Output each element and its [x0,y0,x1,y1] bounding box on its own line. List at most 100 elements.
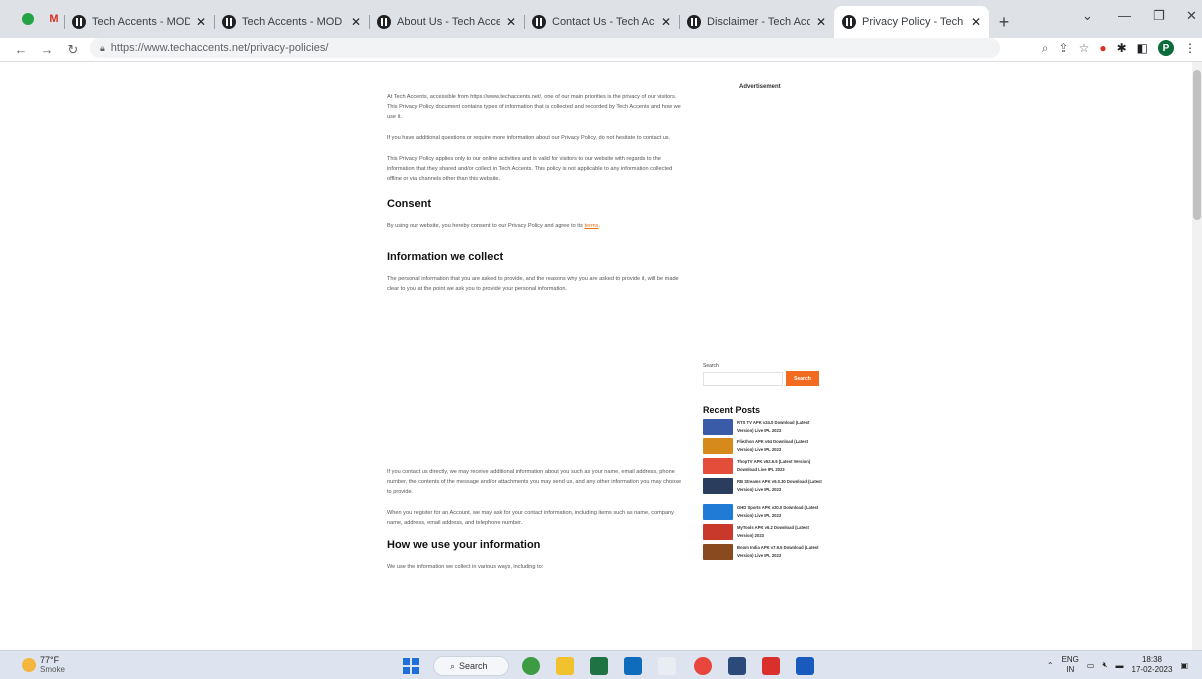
tab-title: Privacy Policy - Tech Accents [862,16,965,28]
volume-muted-icon[interactable]: 🔇︎ [1102,660,1107,670]
browser-app-icon[interactable] [522,657,540,675]
close-tab-icon[interactable]: ✕ [351,15,361,29]
recent-post[interactable]: Fliezhon APK v64 Download (Latest Versio… [703,438,823,454]
post-title[interactable]: Fliezhon APK v64 Download (Latest Versio… [737,438,823,454]
window-close-icon[interactable]: ✕ [1186,8,1197,24]
new-tab-button[interactable]: + [989,6,1019,38]
post-title[interactable]: RB Streams APK v9.0.30 Download (Latest … [737,478,823,494]
close-tab-icon[interactable]: ✕ [506,15,516,29]
display-icon[interactable]: ▭ [1087,661,1095,670]
minimize-icon[interactable]: — [1118,8,1131,23]
page-scrollbar[interactable] [1192,62,1202,650]
recent-post[interactable]: RTS TV APK v24.0 Download (Latest Versio… [703,419,823,435]
menu-kebab-icon[interactable]: ⋮ [1184,41,1196,55]
restore-icon[interactable]: ❐ [1153,8,1165,24]
recent-post[interactable]: MyTools APK v6.2 Download (Latest Versio… [703,524,823,540]
wps-icon[interactable] [762,657,780,675]
share-icon[interactable]: ⇪ [1059,41,1069,55]
lock-icon[interactable]: 🔒︎ [100,43,105,54]
settings-app-icon[interactable] [658,657,676,675]
region-code: IN [1066,665,1075,674]
tab-title: Tech Accents - MOD APK [92,16,190,28]
side-panel-icon[interactable]: ◧ [1137,41,1148,55]
recent-posts-title: Recent Posts [703,405,761,415]
advertisement-label: Advertisement [739,84,781,90]
notification-icon[interactable]: ▣ [1180,661,1188,670]
browser-tab[interactable]: Tech Accents - MOD APK ✕ [214,6,369,38]
post-thumbnail[interactable] [703,478,733,494]
tab-title: Contact Us - Tech Accents [552,16,655,28]
post-title[interactable]: MyTools APK v6.2 Download (Latest Versio… [737,524,823,540]
chevron-up-icon[interactable]: ⌃ [1047,661,1054,670]
close-tab-icon[interactable]: ✕ [661,15,671,29]
lang-code: ENG [1061,655,1079,664]
recent-post[interactable]: GHD Sports APK v20.0 Download (Latest Ve… [703,504,823,520]
recent-post[interactable]: RB Streams APK v9.0.30 Download (Latest … [703,478,823,494]
post-thumbnail[interactable] [703,458,733,474]
search-input[interactable] [703,372,783,386]
post-thumbnail[interactable] [703,524,733,540]
browser-tab[interactable]: Contact Us - Tech Accents ✕ [524,6,679,38]
taskbar-search[interactable]: ⌕ Search [433,656,509,676]
tab-title: Disclaimer - Tech Accents [707,16,810,28]
browser-tab[interactable]: Disclaimer - Tech Accents ✕ [679,6,834,38]
paragraph: By using our website, you hereby consent… [387,221,687,231]
word-icon[interactable] [796,657,814,675]
recent-post[interactable]: ThopTV APK v52.6.9 (Latest Version) Down… [703,458,823,474]
extensions-puzzle-icon[interactable]: ✱ [1117,41,1127,55]
reload-icon[interactable]: ↻ [60,42,86,58]
post-title[interactable]: Boom India APK v7.9.5 Download (Latest V… [737,544,823,560]
post-title[interactable]: GHD Sports APK v20.0 Download (Latest Ve… [737,504,823,520]
site-favicon-icon [72,15,86,29]
battery-icon[interactable]: ▬ [1116,661,1124,670]
forward-icon[interactable]: → [34,42,60,57]
close-tab-icon[interactable]: ✕ [971,15,981,29]
terms-link[interactable]: terms [584,223,598,229]
post-title[interactable]: ThopTV APK v52.6.9 (Latest Version) Down… [737,458,823,474]
close-tab-icon[interactable]: ✕ [816,15,826,29]
browser-tab[interactable]: About Us - Tech Accents ✕ [369,6,524,38]
browser-tab[interactable]: Tech Accents - MOD APK ✕ [64,6,214,38]
post-thumbnail[interactable] [703,504,733,520]
article-content-lower: If you contact us directly, we may recei… [387,467,687,583]
site-favicon-icon [222,15,236,29]
address-bar[interactable]: 🔒︎ https://www.techaccents.net/privacy-p… [90,38,1000,58]
site-favicon-icon [842,15,856,29]
language-indicator[interactable]: ENG IN [1062,655,1079,675]
site-favicon-icon [532,15,546,29]
excel-icon[interactable] [590,657,608,675]
extension-icon[interactable]: ● [1099,41,1106,55]
zoom-icon[interactable]: ⌕ [1042,41,1049,56]
section-heading: How we use your information [387,539,541,551]
clock-time: 18:38 [1141,655,1162,664]
chrome-icon[interactable] [694,657,712,675]
tab-search-icon[interactable]: ⌄ [1082,8,1093,24]
whatsapp-icon[interactable] [18,0,38,38]
profile-avatar[interactable]: P [1158,40,1174,56]
back-icon[interactable]: ← [8,42,34,57]
paragraph: The personal information that you are as… [387,276,679,292]
recent-post[interactable]: Boom India APK v7.9.5 Download (Latest V… [703,544,823,560]
search-button[interactable]: Search [786,371,819,386]
weather-widget[interactable]: 77°F Smoke [22,655,65,675]
paragraph: At Tech Accents, accessible from https:/… [387,94,681,120]
paragraph: If you contact us directly, we may recei… [387,469,682,495]
start-button[interactable] [403,658,419,674]
toolbar-icons: ⌕ ⇪ ☆ ● ✱ ◧ P ⋮ [1042,40,1196,56]
post-thumbnail[interactable] [703,419,733,435]
gmail-icon[interactable]: M [44,0,64,38]
post-thumbnail[interactable] [703,438,733,454]
clock[interactable]: 18:38 17-02-2023 [1132,655,1173,675]
close-tab-icon[interactable]: ✕ [196,15,206,29]
post-title[interactable]: RTS TV APK v24.0 Download (Latest Versio… [737,419,823,435]
app-icon[interactable] [728,657,746,675]
search-icon: ⌕ [450,660,456,671]
windows-taskbar: 77°F Smoke ⌕ Search ⌃ ENG IN ▭ 🔇︎ ▬ 18:3… [0,650,1202,679]
file-explorer-icon[interactable] [556,657,574,675]
post-thumbnail[interactable] [703,544,733,560]
bookmark-star-icon[interactable]: ☆ [1079,41,1090,55]
outlook-icon[interactable] [624,657,642,675]
browser-tab-active[interactable]: Privacy Policy - Tech Accents ✕ [834,6,989,38]
scrollbar-thumb[interactable] [1193,70,1201,220]
paragraph: We use the information we collect in var… [387,564,544,570]
